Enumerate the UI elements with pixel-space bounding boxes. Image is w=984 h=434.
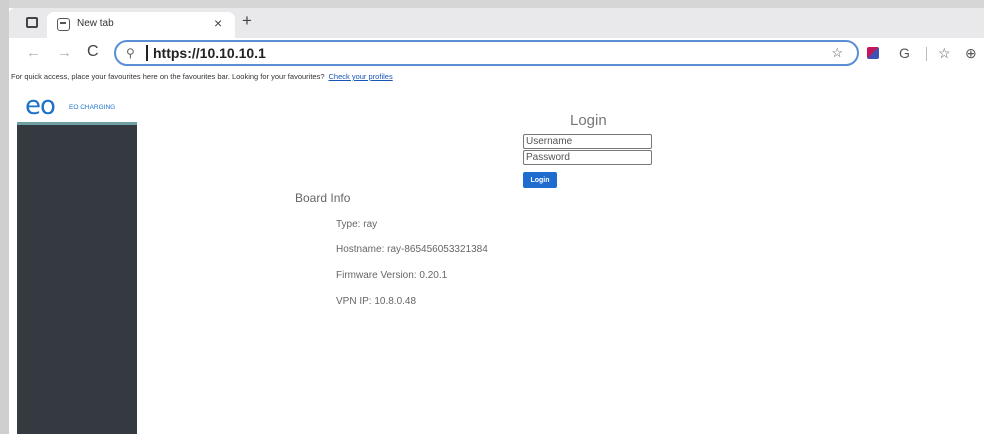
tab-title: New tab xyxy=(77,18,114,29)
address-url[interactable]: https://10.10.10.1 xyxy=(153,45,266,61)
text-caret xyxy=(146,45,148,61)
new-tab-button[interactable]: + xyxy=(242,11,252,31)
toolbar-divider xyxy=(926,47,927,61)
collections-icon[interactable] xyxy=(867,47,879,59)
eo-logo: eo xyxy=(25,91,56,121)
password-input[interactable] xyxy=(523,150,652,165)
username-input[interactable] xyxy=(523,134,652,149)
board-type: Type: ray xyxy=(336,219,378,230)
add-favorite-icon[interactable]: ☆ xyxy=(831,45,843,61)
favourites-bar-message: For quick access, place your favourites … xyxy=(11,72,393,81)
reload-icon[interactable]: C xyxy=(87,43,99,61)
login-button[interactable]: Login xyxy=(523,172,557,188)
page-content: eo EO CHARGING Login Login Board Info Ty… xyxy=(9,88,984,434)
back-icon[interactable]: ← xyxy=(26,44,41,61)
tab-new-tab[interactable]: New tab × xyxy=(47,12,235,38)
sidebar xyxy=(17,122,137,434)
check-profiles-link[interactable]: Check your profiles xyxy=(329,72,393,81)
browser-toolbar: ← → C ⚲ https://10.10.10.1 ☆ G ☆ ⊕ xyxy=(9,38,984,68)
favourites-bar-text: For quick access, place your favourites … xyxy=(11,72,325,81)
login-title: Login xyxy=(570,112,607,129)
window-frame-top xyxy=(0,0,984,8)
firmware-version: Firmware Version: 0.20.1 xyxy=(336,270,448,281)
close-icon[interactable]: × xyxy=(214,15,222,31)
favourites-bar: For quick access, place your favourites … xyxy=(9,68,984,88)
browser-essentials-icon[interactable]: G xyxy=(899,45,910,61)
vpn-ip: VPN IP: 10.8.0.48 xyxy=(336,296,417,307)
forward-icon[interactable]: → xyxy=(57,44,72,61)
extensions-icon[interactable]: ⊕ xyxy=(965,45,977,62)
window-menu-icon[interactable] xyxy=(26,17,38,28)
brand-name: EO CHARGING xyxy=(69,104,116,111)
board-info-title: Board Info xyxy=(295,191,351,205)
favorites-icon[interactable]: ☆ xyxy=(938,45,951,62)
board-hostname: Hostname: ray-865456053321384 xyxy=(336,244,488,255)
window-frame-left xyxy=(0,0,9,434)
tab-strip: New tab × + xyxy=(9,8,984,38)
page-icon xyxy=(57,18,70,31)
brand-header[interactable]: eo EO CHARGING xyxy=(17,88,137,122)
address-bar[interactable]: ⚲ https://10.10.10.1 ☆ xyxy=(114,40,859,66)
search-icon: ⚲ xyxy=(126,46,135,60)
